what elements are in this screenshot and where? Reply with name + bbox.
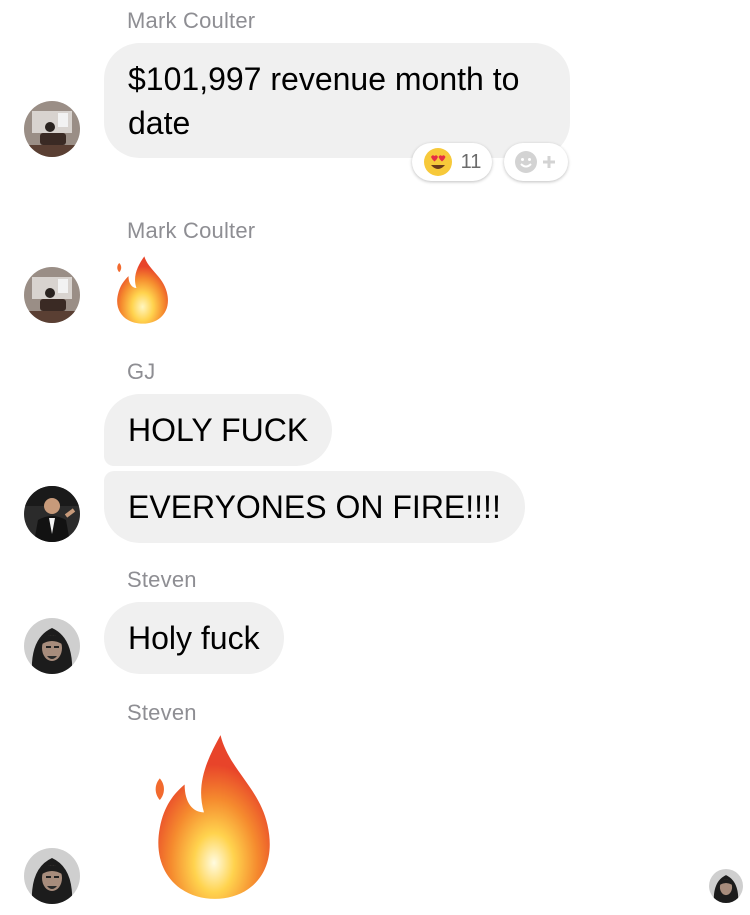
- sender-name: GJ: [127, 359, 156, 384]
- read-receipt-avatar: [709, 869, 743, 903]
- fire-icon: [117, 256, 168, 324]
- sender-name: Steven: [127, 567, 197, 592]
- message-bubble[interactable]: $101,997 revenue month to date: [104, 43, 570, 158]
- fire-emoji[interactable]: [110, 253, 176, 327]
- message-bubble[interactable]: HOLY FUCK: [104, 394, 333, 466]
- sender-name: Steven: [127, 700, 197, 725]
- reaction-badge[interactable]: 11: [412, 143, 492, 181]
- message-thread: Mark Coulter $101,997 revenue month to d…: [0, 0, 750, 915]
- message-bubble[interactable]: Holy fuck: [104, 602, 284, 674]
- sender-name: Mark Coulter: [127, 8, 256, 33]
- avatar-mark-coulter[interactable]: [24, 267, 80, 323]
- add-reaction-icon: [515, 151, 555, 173]
- fire-emoji-large[interactable]: [146, 732, 284, 902]
- avatar-mark-coulter[interactable]: [24, 101, 80, 157]
- fire-icon: [155, 735, 270, 899]
- add-reaction-button[interactable]: [504, 143, 568, 181]
- heart-eyes-icon: [423, 148, 452, 176]
- avatar-steven[interactable]: [24, 848, 80, 904]
- avatar-steven[interactable]: [24, 618, 80, 674]
- reaction-count: 11: [460, 150, 482, 173]
- sender-name: Mark Coulter: [127, 218, 256, 243]
- message-bubble[interactable]: EVERYONES ON FIRE!!!!: [104, 471, 525, 543]
- avatar-gj[interactable]: [24, 486, 80, 542]
